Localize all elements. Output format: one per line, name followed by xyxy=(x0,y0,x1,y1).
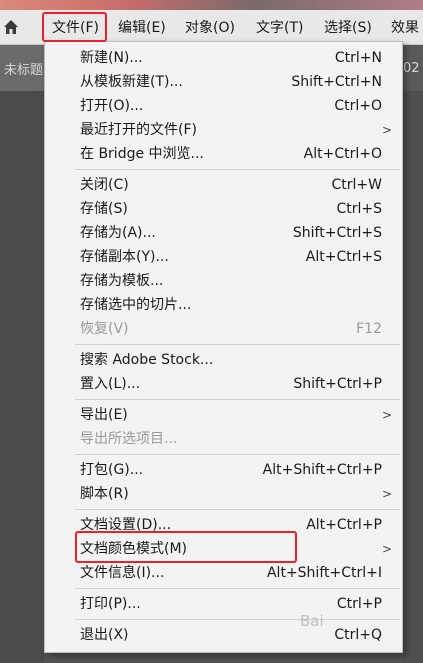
highlight-box-file-menu xyxy=(42,12,107,42)
home-button[interactable] xyxy=(0,10,22,44)
menu-select[interactable]: 选择(S) xyxy=(324,10,372,44)
menu-separator xyxy=(75,619,400,620)
menu-item-search-adobe-stock[interactable]: 搜索 Adobe Stock... xyxy=(45,348,402,372)
menu-item-save-copy[interactable]: 存储副本(Y)... Alt+Ctrl+S xyxy=(45,245,402,269)
menu-item-browse-bridge[interactable]: 在 Bridge 中浏览... Alt+Ctrl+O xyxy=(45,142,402,166)
document-tab[interactable]: 未标题 xyxy=(0,45,44,91)
menu-item-revert: 恢复(V) F12 xyxy=(80,321,382,337)
menu-object[interactable]: 对象(O) xyxy=(185,10,235,44)
menu-separator xyxy=(75,588,400,589)
menu-separator xyxy=(75,399,400,400)
menu-item-save-selected-slices[interactable]: 存储选中的切片... xyxy=(45,293,402,317)
home-icon xyxy=(4,20,18,34)
menu-item-save-as-template[interactable]: 存储为模板... xyxy=(45,269,402,293)
menu-separator xyxy=(75,509,400,510)
menu-item-export-selection: 导出所选项目... xyxy=(80,431,178,447)
menu-item-file-info[interactable]: 文件信息(I)... Alt+Shift+Ctrl+I xyxy=(45,561,402,585)
menu-effect[interactable]: 效果 xyxy=(391,10,419,44)
canvas-right-area xyxy=(403,91,423,663)
menu-item-close[interactable]: 关闭(C) Ctrl+W xyxy=(45,173,402,197)
menu-item-export[interactable]: 导出(E) > xyxy=(45,403,402,427)
menu-item-scripts[interactable]: 脚本(R) > xyxy=(45,482,402,506)
window-top-strip xyxy=(0,0,423,10)
menu-item-open-recent[interactable]: 最近打开的文件(F) > xyxy=(45,118,402,142)
menu-item-place[interactable]: 置入(L)... Shift+Ctrl+P xyxy=(45,372,402,396)
menu-edit[interactable]: 编辑(E) xyxy=(118,10,166,44)
menu-item-new-from-template[interactable]: 从模板新建(T)... Shift+Ctrl+N xyxy=(45,70,402,94)
menu-item-save[interactable]: 存储(S) Ctrl+S xyxy=(45,197,402,221)
menu-item-package[interactable]: 打包(G)... Alt+Shift+Ctrl+P xyxy=(45,458,402,482)
menu-separator xyxy=(75,454,400,455)
menu-item-open[interactable]: 打开(O)... Ctrl+O xyxy=(45,94,402,118)
menu-item-save-as[interactable]: 存储为(A)... Shift+Ctrl+S xyxy=(45,221,402,245)
menu-separator xyxy=(75,344,400,345)
chevron-right-icon: > xyxy=(381,542,392,556)
menu-separator xyxy=(75,169,400,170)
menu-item-new[interactable]: 新建(N)... Ctrl+N xyxy=(45,46,402,70)
chevron-right-icon: > xyxy=(381,123,392,137)
canvas-left-area xyxy=(0,91,44,663)
chevron-right-icon: > xyxy=(381,487,392,501)
menu-item-exit[interactable]: 退出(X) Ctrl+Q xyxy=(45,623,402,647)
chevron-right-icon: > xyxy=(381,408,392,422)
document-tab-right-text: 02 xyxy=(403,60,420,76)
menu-item-print[interactable]: 打印(P)... Ctrl+P xyxy=(45,592,402,616)
highlight-box-color-mode xyxy=(75,531,297,563)
menu-type[interactable]: 文字(T) xyxy=(256,10,303,44)
watermark: Bai xyxy=(300,612,324,630)
